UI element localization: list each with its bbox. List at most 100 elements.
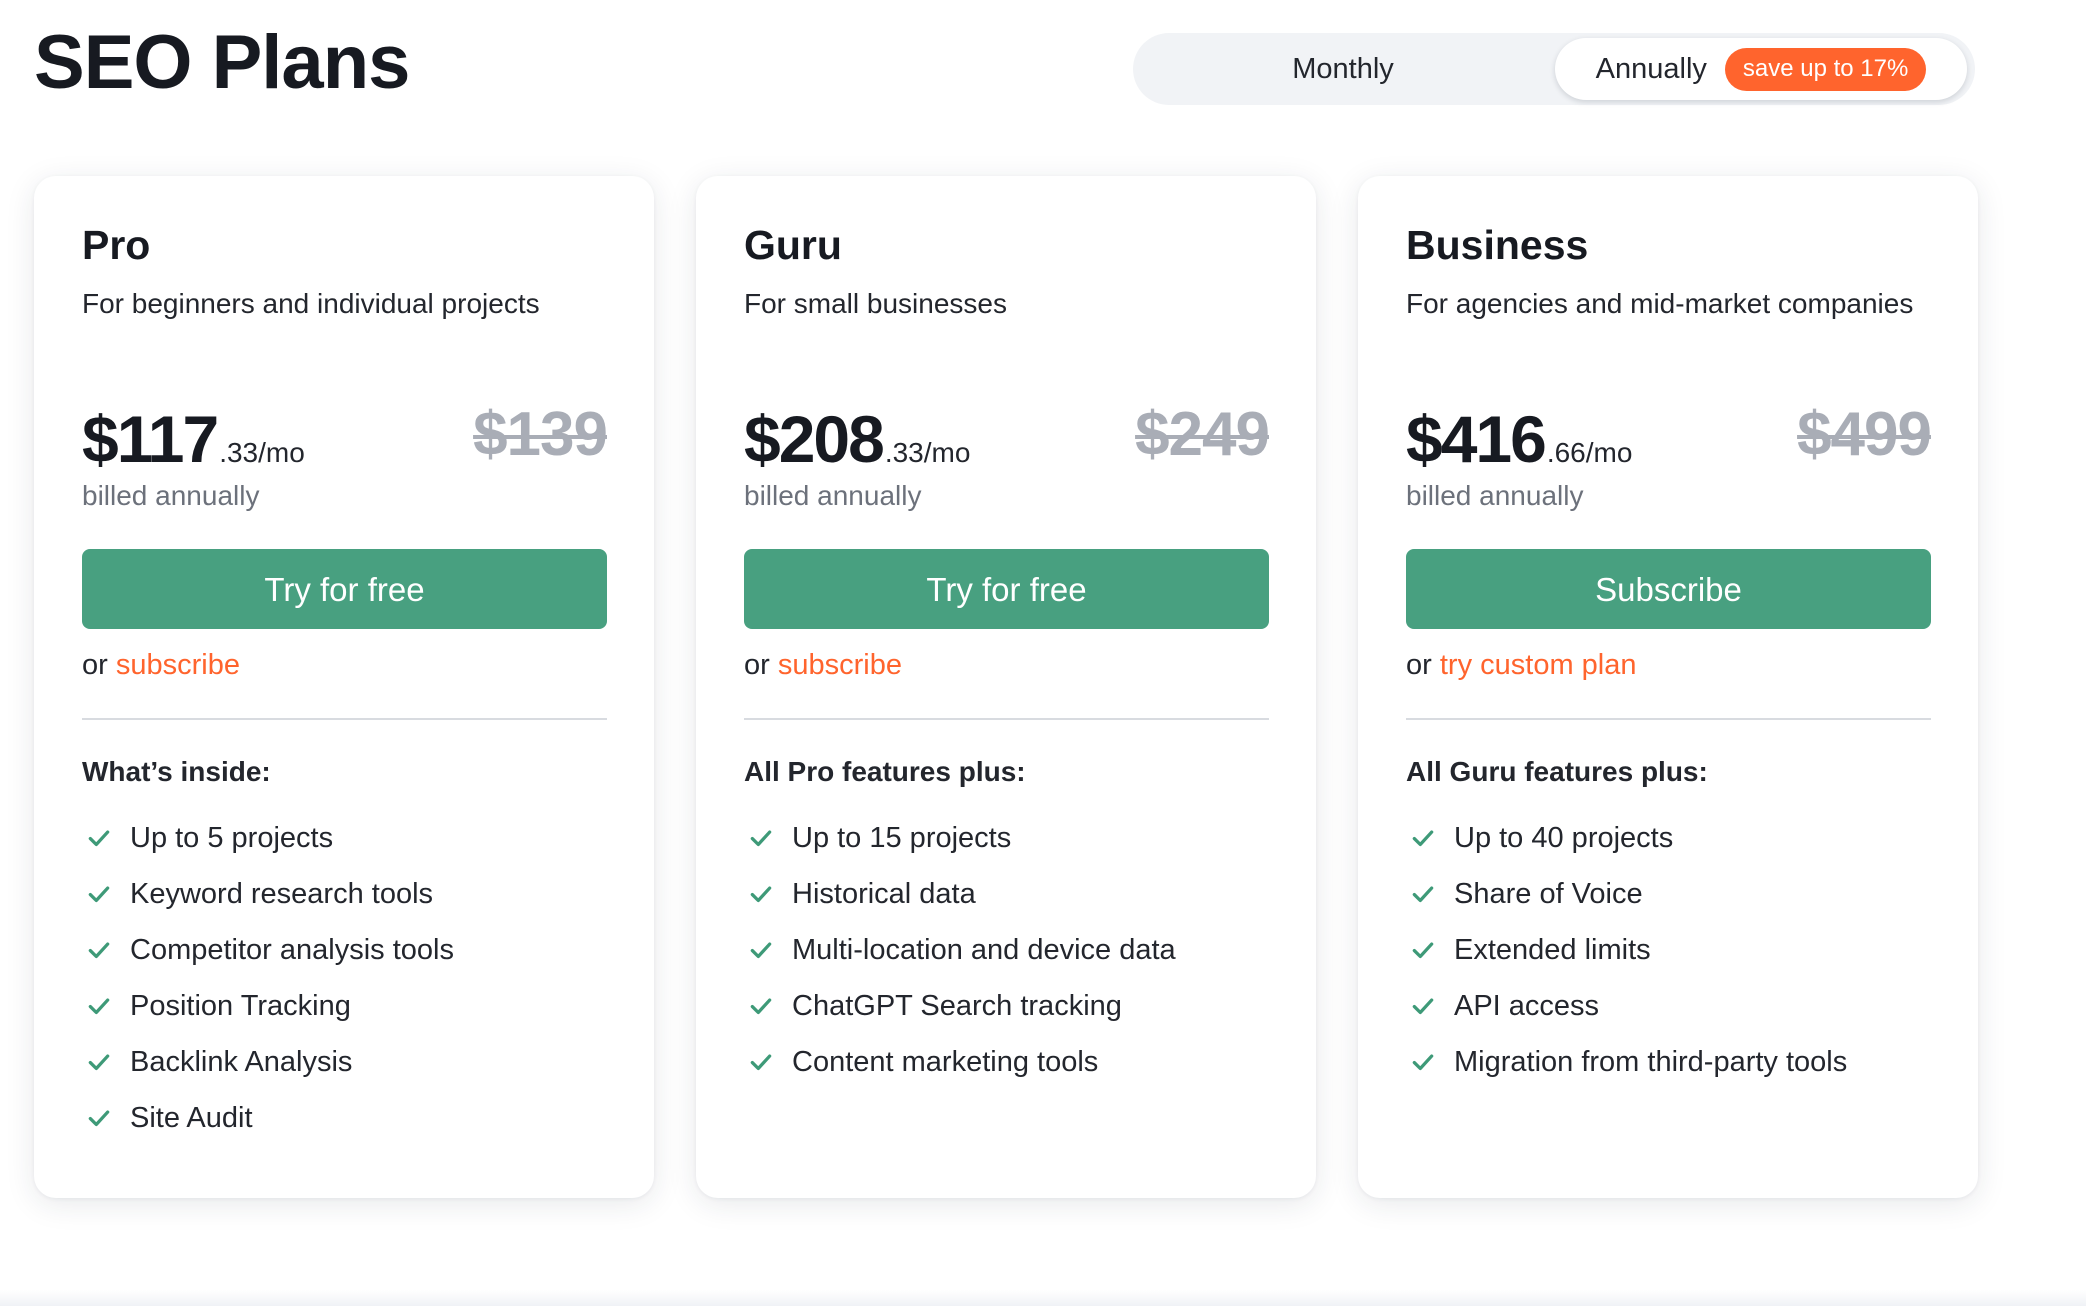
check-icon: [88, 942, 110, 959]
plan-description: For agencies and mid-market companies: [1406, 288, 1914, 319]
check-icon: [88, 998, 110, 1015]
check-icon: [1412, 942, 1434, 959]
plan-description: For beginners and individual projects: [82, 288, 540, 319]
plan-cards: Pro For beginners and individual project…: [34, 176, 1979, 1198]
check-icon: [1412, 998, 1434, 1015]
feature-item: API access: [1406, 978, 1931, 1034]
plan-card-pro: Pro For beginners and individual project…: [34, 176, 654, 1198]
price-cents: .66/mo: [1546, 437, 1633, 468]
toggle-option-monthly[interactable]: Monthly: [1133, 33, 1553, 105]
feature-label: Content marketing tools: [792, 1045, 1099, 1078]
features-heading: What’s inside:: [82, 756, 271, 787]
toggle-annually-label: Annually: [1595, 52, 1707, 85]
feature-label: Site Audit: [130, 1101, 253, 1134]
plan-card-guru: Guru For small businesses $208.33/mo $24…: [696, 176, 1316, 1198]
feature-label: Share of Voice: [1454, 877, 1643, 910]
feature-item: Up to 40 projects: [1406, 810, 1931, 866]
feature-item: Competitor analysis tools: [82, 922, 607, 978]
check-icon: [750, 886, 772, 903]
check-icon: [88, 1054, 110, 1071]
check-icon: [88, 1110, 110, 1127]
plan-name: Guru: [744, 222, 842, 268]
check-icon: [1412, 1054, 1434, 1071]
current-price: $208.33/mo: [744, 404, 970, 474]
subscribe-link[interactable]: subscribe: [116, 649, 240, 681]
price-whole: $416: [1406, 402, 1547, 476]
alt-prefix: or: [744, 649, 770, 681]
alt-action-line: or subscribe: [82, 644, 240, 686]
feature-label: Backlink Analysis: [130, 1045, 353, 1078]
subscribe-link[interactable]: subscribe: [778, 649, 902, 681]
plan-description: For small businesses: [744, 288, 1007, 319]
check-icon: [1412, 886, 1434, 903]
feature-item: Historical data: [744, 866, 1269, 922]
features-heading: All Pro features plus:: [744, 756, 1026, 787]
check-icon: [750, 830, 772, 847]
alt-prefix: or: [82, 649, 108, 681]
feature-label: Up to 40 projects: [1454, 821, 1674, 854]
feature-label: API access: [1454, 989, 1600, 1022]
feature-item: Up to 5 projects: [82, 810, 607, 866]
feature-list: Up to 40 projects Share of Voice Extende…: [1406, 810, 1931, 1090]
check-icon: [88, 830, 110, 847]
divider: [1406, 718, 1931, 720]
price-row: $208.33/mo $249: [744, 394, 1270, 475]
feature-label: Multi-location and device data: [792, 933, 1176, 966]
features-heading: All Guru features plus:: [1406, 756, 1708, 787]
feature-label: Up to 15 projects: [792, 821, 1012, 854]
feature-label: Historical data: [792, 877, 976, 910]
feature-item: Multi-location and device data: [744, 922, 1269, 978]
try-for-free-button[interactable]: Try for free: [744, 549, 1269, 629]
feature-item: Backlink Analysis: [82, 1034, 607, 1090]
plan-name: Business: [1406, 222, 1589, 268]
plan-card-business: Business For agencies and mid-market com…: [1358, 176, 1978, 1198]
try-for-free-button[interactable]: Try for free: [82, 549, 607, 629]
feature-label: Position Tracking: [130, 989, 351, 1022]
billing-period-toggle: Monthly Annually save up to 17%: [1133, 33, 1975, 105]
billed-note: billed annually: [1406, 480, 1584, 511]
price-row: $416.66/mo $499: [1406, 394, 1932, 475]
check-icon: [1412, 830, 1434, 847]
feature-item: Position Tracking: [82, 978, 607, 1034]
check-icon: [750, 998, 772, 1015]
billed-note: billed annually: [82, 480, 260, 511]
check-icon: [750, 1054, 772, 1071]
feature-item: Extended limits: [1406, 922, 1931, 978]
old-price: $499: [1797, 400, 1932, 469]
save-badge: save up to 17%: [1724, 47, 1927, 91]
divider: [744, 718, 1269, 720]
alt-prefix: or: [1406, 649, 1432, 681]
billed-note: billed annually: [744, 480, 922, 511]
toggle-option-annually[interactable]: Annually save up to 17%: [1555, 38, 1967, 100]
try-custom-plan-link[interactable]: try custom plan: [1440, 649, 1637, 681]
old-price: $249: [1135, 400, 1270, 469]
feature-item: Keyword research tools: [82, 866, 607, 922]
feature-label: Migration from third-party tools: [1454, 1045, 1848, 1078]
alt-action-line: or try custom plan: [1406, 644, 1637, 686]
current-price: $117.33/mo: [82, 404, 305, 474]
feature-list: Up to 5 projects Keyword research tools …: [82, 810, 607, 1146]
feature-label: ChatGPT Search tracking: [792, 989, 1122, 1022]
feature-label: Up to 5 projects: [130, 821, 334, 854]
price-cents: .33/mo: [884, 437, 971, 468]
feature-item: ChatGPT Search tracking: [744, 978, 1269, 1034]
bottom-fade: [0, 1290, 2086, 1306]
divider: [82, 718, 607, 720]
feature-label: Competitor analysis tools: [130, 933, 454, 966]
feature-label: Keyword research tools: [130, 877, 434, 910]
old-price: $139: [473, 400, 608, 469]
price-whole: $117: [82, 402, 219, 476]
feature-item: Site Audit: [82, 1090, 607, 1146]
check-icon: [750, 942, 772, 959]
page-title: SEO Plans: [34, 20, 410, 105]
check-icon: [88, 886, 110, 903]
feature-list: Up to 15 projects Historical data Multi-…: [744, 810, 1269, 1090]
current-price: $416.66/mo: [1406, 404, 1632, 474]
feature-label: Extended limits: [1454, 933, 1651, 966]
subscribe-button[interactable]: Subscribe: [1406, 549, 1931, 629]
feature-item: Migration from third-party tools: [1406, 1034, 1931, 1090]
price-row: $117.33/mo $139: [82, 394, 608, 475]
feature-item: Share of Voice: [1406, 866, 1931, 922]
alt-action-line: or subscribe: [744, 644, 902, 686]
feature-item: Content marketing tools: [744, 1034, 1269, 1090]
